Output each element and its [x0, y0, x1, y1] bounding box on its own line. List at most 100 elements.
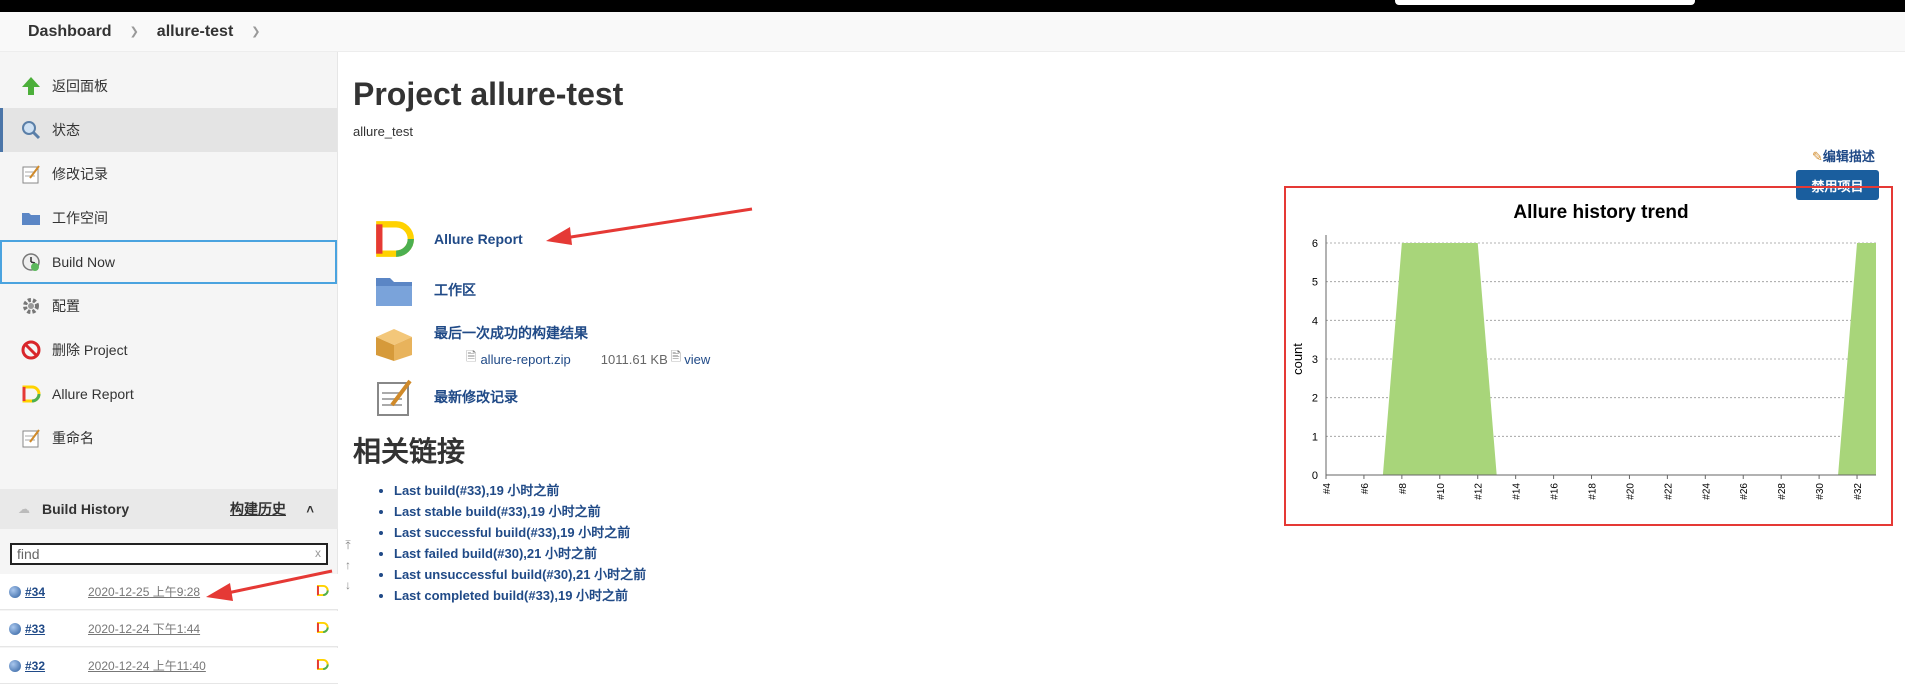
last-build-link[interactable]: Last build(#33),19 小时之前	[394, 483, 559, 498]
sidebar-item-configure[interactable]: 配置	[0, 284, 337, 328]
build-history-search-input[interactable]: find x	[10, 543, 328, 565]
allure-icon	[20, 383, 42, 405]
last-successful-build-link[interactable]: Last successful build(#33),19 小时之前	[394, 525, 630, 540]
no-entry-icon	[20, 339, 42, 361]
trend-area-series	[1326, 243, 1876, 475]
build-number-link[interactable]: #34	[25, 585, 45, 599]
edit-description-link[interactable]: ✎编辑描述	[1812, 146, 1875, 165]
build-date-link[interactable]: 2020-12-24 下午1:44	[88, 620, 200, 637]
chevron-right-icon: ❯	[129, 26, 139, 38]
file-icon: 🗎	[466, 349, 477, 364]
x-tick-label: #24	[1701, 483, 1712, 500]
list-item: Last build(#33),19 小时之前	[394, 480, 646, 501]
build-number-link[interactable]: #32	[25, 659, 45, 673]
collapse-chevron-icon[interactable]: ˄	[306, 502, 314, 517]
allure-icon[interactable]	[370, 218, 418, 260]
y-tick-label: 2	[1312, 393, 1318, 405]
scroll-controls: ⤒ ↑ ↓	[340, 535, 356, 595]
artifact-row: 🗎 allure-report.zip 1011.61 KB 🖹 view	[466, 348, 710, 370]
x-tick-label: #20	[1625, 483, 1636, 500]
sidebar-item-label: 重命名	[52, 430, 94, 446]
workspace-link[interactable]: 工作区	[434, 280, 476, 300]
annotation-arrow	[546, 207, 753, 245]
allure-icon[interactable]	[316, 658, 329, 674]
build-row: #32 2020-12-24 上午11:40	[0, 648, 338, 684]
sidebar-item-status[interactable]: 状态	[0, 108, 337, 152]
breadcrumb-dashboard[interactable]: Dashboard	[28, 23, 112, 41]
sidebar-item-workspace[interactable]: 工作空间	[0, 196, 337, 240]
x-tick-label: #10	[1436, 483, 1447, 500]
breadcrumb: Dashboard ❯ allure-test ❯	[0, 12, 1905, 52]
gear-icon	[20, 295, 42, 317]
allure-report-link[interactable]: Allure Report	[434, 231, 523, 247]
sidebar-item-label: 返回面板	[52, 78, 108, 94]
package-icon[interactable]	[370, 323, 418, 363]
build-date-link[interactable]: 2020-12-24 上午11:40	[88, 657, 206, 674]
last-completed-build-link[interactable]: Last completed build(#33),19 小时之前	[394, 588, 628, 603]
sidebar-item-label: 工作空间	[52, 210, 108, 226]
build-trend-link[interactable]: 构建历史	[230, 499, 286, 519]
artifact-view-link[interactable]: view	[684, 352, 710, 367]
clear-icon[interactable]: x	[315, 546, 321, 560]
build-date-link[interactable]: 2020-12-25 上午9:28	[88, 583, 200, 600]
sidebar-item-build-now[interactable]: Build Now	[0, 240, 337, 284]
sidebar-item-allure-report[interactable]: Allure Report	[0, 372, 337, 416]
last-failed-build-link[interactable]: Last failed build(#30),21 小时之前	[394, 546, 597, 561]
breadcrumb-project[interactable]: allure-test	[157, 23, 233, 41]
sidebar-item-changes[interactable]: 修改记录	[0, 152, 337, 196]
y-tick-label: 5	[1312, 277, 1318, 289]
scroll-down-icon[interactable]: ↓	[340, 575, 356, 595]
allure-icon[interactable]	[316, 621, 329, 637]
list-item: Last successful build(#33),19 小时之前	[394, 522, 646, 543]
allure-report-row: Allure Report	[370, 218, 523, 260]
y-tick-label: 3	[1312, 354, 1318, 366]
artifact-size: 1011.61 KB	[600, 351, 668, 367]
list-item: Last completed build(#33),19 小时之前	[394, 585, 646, 606]
last-unsuccessful-build-link[interactable]: Last unsuccessful build(#30),21 小时之前	[394, 567, 646, 582]
edit-description-label: 编辑描述	[1822, 149, 1875, 164]
sidebar: 返回面板 状态 修改记录 工作空间 Build Now 配置 删除 Projec…	[0, 52, 338, 684]
list-item: Last unsuccessful build(#30),21 小时之前	[394, 564, 646, 585]
scroll-up-icon[interactable]: ↑	[340, 555, 356, 575]
x-tick-label: #18	[1588, 483, 1599, 500]
build-number-link[interactable]: #33	[25, 622, 45, 636]
view-icon: 🖹	[670, 349, 682, 364]
top-header-bar	[0, 0, 1905, 12]
header-search-box[interactable]	[1395, 0, 1695, 5]
allure-icon[interactable]	[316, 584, 329, 600]
sidebar-item-delete-project[interactable]: 删除 Project	[0, 328, 337, 372]
x-tick-label: #8	[1398, 483, 1409, 495]
list-item: Last stable build(#33),19 小时之前	[394, 501, 646, 522]
x-tick-label: #14	[1512, 483, 1523, 500]
x-tick-label: #6	[1360, 483, 1371, 495]
cloud-icon: ☁	[18, 502, 30, 516]
recent-changes-link[interactable]: 最新修改记录	[434, 387, 518, 407]
trend-chart-svg: Allure history trend count 0 1 2 3 4 5 6 #4 #6 #8 #1…	[1290, 202, 1876, 500]
allure-trend-chart[interactable]: Allure history trend count 0 1 2 3 4 5 6 #4 #6 #8 #1…	[1284, 186, 1893, 526]
x-tick-label: #26	[1739, 483, 1750, 500]
list-item: Last failed build(#30),21 小时之前	[394, 543, 646, 564]
chevron-right-icon[interactable]: ❯	[251, 25, 260, 38]
build-history-header: ☁ Build History 构建历史 ˄	[0, 489, 338, 529]
folder-icon[interactable]	[370, 270, 418, 310]
y-tick-label: 6	[1312, 238, 1318, 250]
x-tick-label: #12	[1474, 483, 1485, 500]
sidebar-item-label: Build Now	[52, 254, 116, 270]
last-stable-build-link[interactable]: Last stable build(#33),19 小时之前	[394, 504, 601, 519]
project-description: allure_test	[353, 124, 413, 139]
sidebar-item-back-to-dashboard[interactable]: 返回面板	[0, 64, 337, 108]
search-input-text: find	[17, 546, 40, 562]
status-ball-icon	[9, 659, 21, 672]
x-tick-label: #4	[1322, 483, 1333, 495]
notepad-icon	[20, 427, 42, 449]
x-tick-label: #28	[1777, 483, 1788, 500]
sidebar-item-rename[interactable]: 重命名	[0, 416, 337, 460]
recent-changes-row: 最新修改记录	[370, 376, 518, 418]
scroll-top-icon[interactable]: ⤒	[340, 535, 356, 555]
notepad-icon[interactable]	[370, 376, 418, 418]
x-tick-label: #30	[1815, 483, 1826, 500]
workspace-row: 工作区	[370, 270, 476, 310]
artifact-file-link[interactable]: allure-report.zip	[480, 352, 570, 367]
last-success-artifacts-link[interactable]: 最后一次成功的构建结果	[434, 323, 588, 343]
sidebar-item-label: 修改记录	[52, 166, 108, 182]
